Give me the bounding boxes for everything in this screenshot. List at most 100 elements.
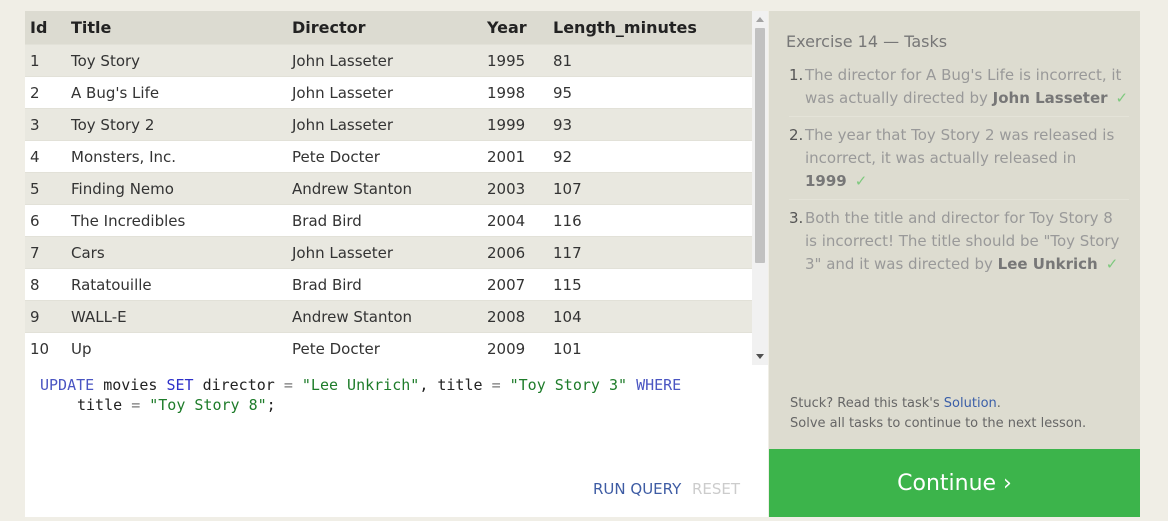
cell-id: 6: [25, 204, 71, 237]
cell-title: Toy Story 2: [71, 108, 292, 141]
cell-title: Up: [71, 332, 292, 364]
cell-year: 2007: [487, 268, 553, 301]
cell-year: 2006: [487, 236, 553, 269]
cell-year: 1995: [487, 44, 553, 77]
cell-length: 115: [553, 268, 752, 301]
solve-all-hint: Solve all tasks to continue to the next …: [790, 416, 1087, 431]
column-header-year: Year: [487, 11, 553, 45]
task-item: 1. The director for A Bug's Life is incor…: [789, 64, 1129, 117]
scroll-down-arrow-icon[interactable]: [756, 354, 764, 359]
cell-id: 1: [25, 44, 71, 77]
sql-column-director: director: [202, 376, 275, 394]
sql-editor[interactable]: UPDATE movies SET director = "Lee Unkric…: [25, 365, 768, 475]
sql-column-title: title: [77, 396, 123, 414]
table-row: 10 Up Pete Docter 2009 101: [25, 332, 752, 364]
cell-director: Pete Docter: [292, 140, 487, 173]
checkmark-icon: ✓: [854, 172, 868, 190]
sql-keyword-where: WHERE: [636, 376, 682, 394]
sql-column-title: title: [437, 376, 483, 394]
sql-semicolon: ;: [266, 396, 276, 414]
cell-year: 2003: [487, 172, 553, 205]
cell-director: John Lasseter: [292, 44, 487, 77]
cell-length: 93: [553, 108, 752, 141]
cell-director: John Lasseter: [292, 108, 487, 141]
table-row: 1 Toy Story John Lasseter 1995 81: [25, 44, 752, 77]
sql-string-value: "Toy Story 3": [509, 376, 628, 394]
cell-year: 2009: [487, 332, 553, 364]
task-answer: 1999: [805, 172, 847, 190]
table-row: 7 Cars John Lasseter 2006 117: [25, 236, 752, 269]
cell-director: John Lasseter: [292, 236, 487, 269]
sql-keyword-set: SET: [166, 376, 194, 394]
exercise-title: Exercise 14 — Tasks: [786, 32, 948, 51]
reset-button[interactable]: RESET: [692, 480, 740, 498]
sql-line-2: title = "Toy Story 8";: [40, 395, 753, 415]
stuck-period: .: [996, 396, 1001, 411]
table-scrollbar[interactable]: [752, 11, 768, 365]
cell-year: 2008: [487, 300, 553, 333]
scrollbar-thumb[interactable]: [755, 28, 765, 263]
cell-id: 5: [25, 172, 71, 205]
sql-string-value: "Lee Unkrich": [301, 376, 420, 394]
cell-id: 8: [25, 268, 71, 301]
table-row: 9 WALL-E Andrew Stanton 2008 104: [25, 300, 752, 333]
cell-title: A Bug's Life: [71, 76, 292, 109]
task-text: The year that Toy Story 2 was released i…: [805, 126, 1115, 167]
continue-button[interactable]: Continue ›: [769, 449, 1140, 517]
cell-director: Brad Bird: [292, 268, 487, 301]
sql-operator: =: [131, 396, 141, 414]
cell-title: Ratatouille: [71, 268, 292, 301]
cell-length: 107: [553, 172, 752, 205]
column-header-title: Title: [71, 11, 292, 45]
checkmark-icon: ✓: [1115, 89, 1129, 107]
run-query-button[interactable]: RUN QUERY: [593, 480, 681, 498]
table-row: 5 Finding Nemo Andrew Stanton 2003 107: [25, 172, 752, 205]
cell-id: 3: [25, 108, 71, 141]
scroll-up-arrow-icon[interactable]: [756, 17, 764, 22]
cell-title: Finding Nemo: [71, 172, 292, 205]
table-row: 8 Ratatouille Brad Bird 2007 115: [25, 268, 752, 301]
task-item: 2. The year that Toy Story 2 was released…: [789, 124, 1129, 200]
cell-id: 9: [25, 300, 71, 333]
query-panel: Id Title Director Year Length_minutes 1T…: [25, 11, 768, 517]
sql-string-value: "Toy Story 8": [149, 396, 267, 414]
cell-year: 1999: [487, 108, 553, 141]
cell-length: 104: [553, 300, 752, 333]
sql-operator: =: [491, 376, 501, 394]
cell-id: 4: [25, 140, 71, 173]
task-answer: Lee Unkrich: [997, 255, 1098, 273]
results-table-container: Id Title Director Year Length_minutes 1T…: [25, 11, 768, 365]
cell-title: The Incredibles: [71, 204, 292, 237]
table-row: 4 Monsters, Inc. Pete Docter 2001 92: [25, 140, 752, 173]
cell-title: Monsters, Inc.: [71, 140, 292, 173]
cell-id: 2: [25, 76, 71, 109]
table-row: 2A Bug's Life John Lasseter 1998 95: [25, 76, 752, 109]
table-row: 6 The Incredibles Brad Bird 2004 116: [25, 204, 752, 237]
cell-id: 10: [25, 332, 71, 364]
task-answer: John Lasseter: [992, 89, 1108, 107]
sql-keyword-update: UPDATE: [40, 376, 95, 394]
table-header-row: Id Title Director Year Length_minutes: [25, 11, 752, 45]
cell-title: Cars: [71, 236, 292, 269]
sql-line-1: UPDATE movies SET director = "Lee Unkric…: [40, 375, 753, 395]
stuck-hint: Stuck? Read this task's Solution.: [790, 396, 1001, 411]
column-header-length: Length_minutes: [553, 11, 752, 45]
task-number: 1.: [789, 66, 804, 84]
cell-title: Toy Story: [71, 44, 292, 77]
cell-director: Brad Bird: [292, 204, 487, 237]
cell-title: WALL-E: [71, 300, 292, 333]
sql-table-name: movies: [103, 376, 158, 394]
checkmark-icon: ✓: [1105, 255, 1119, 273]
cell-length: 101: [553, 332, 752, 364]
sql-comma: ,: [419, 376, 429, 394]
task-number: 2.: [789, 126, 804, 144]
column-header-director: Director: [292, 11, 487, 45]
stuck-text: Stuck? Read this task's: [790, 396, 944, 411]
cell-year: 2001: [487, 140, 553, 173]
solution-link[interactable]: Solution: [944, 396, 997, 411]
sql-operator: =: [283, 376, 293, 394]
cell-id: 7: [25, 236, 71, 269]
cell-length: 95: [553, 76, 752, 109]
cell-year: 1998: [487, 76, 553, 109]
task-item: 3. Both the title and director for Toy St…: [789, 207, 1129, 282]
